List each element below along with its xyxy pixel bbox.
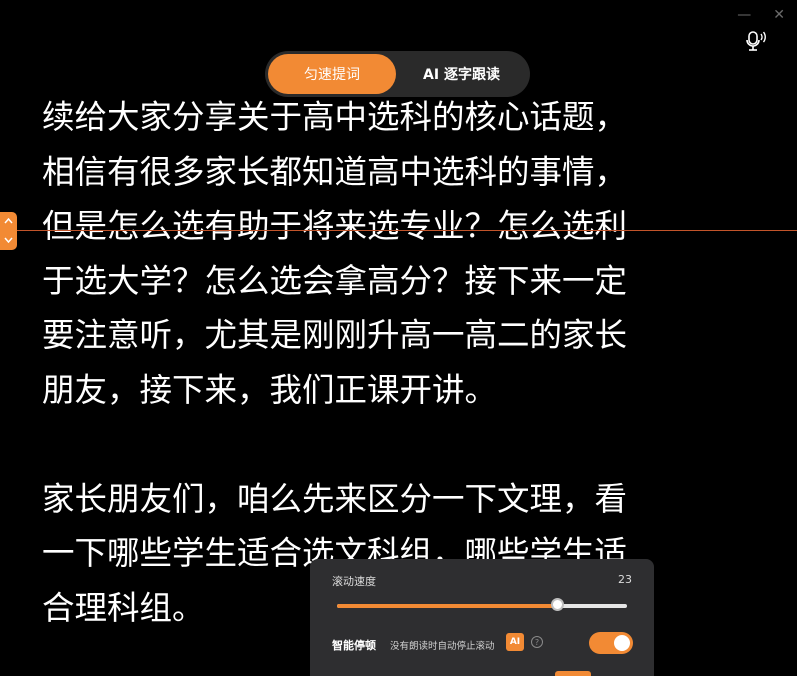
- up-arrow-icon: [4, 218, 13, 224]
- scroll-speed-value: 23: [618, 573, 632, 586]
- microphone-icon: [746, 31, 766, 51]
- script-line: 但是怎么选有助于将来选专业？怎么选利: [42, 207, 628, 245]
- smart-pause-switch[interactable]: [589, 632, 633, 654]
- script-line: 于选大学？怎么选会拿高分？接下来一定: [42, 261, 628, 300]
- microphone-button[interactable]: [743, 28, 769, 54]
- scroll-speed-slider[interactable]: [337, 598, 627, 611]
- help-icon[interactable]: ?: [531, 636, 543, 648]
- script-line: 要注意听，尤其是刚刚升高一高二的家长: [42, 316, 628, 354]
- down-arrow-icon: [4, 237, 13, 243]
- smart-pause-description: 没有朗读时自动停止滚动: [390, 641, 495, 652]
- script-line: 续给大家分享关于高中选科的核心话题，: [42, 98, 628, 136]
- script-line: 家长朋友们，咱么先来区分一下文理，看: [42, 479, 628, 518]
- slider-thumb[interactable]: [551, 598, 565, 611]
- next-control-peek: [555, 671, 591, 676]
- smart-pause-label: 智能停顿: [332, 639, 376, 652]
- script-line: 朋友，接下来，我们正课开讲。: [42, 370, 498, 409]
- scroll-speed-label: 滚动速度: [332, 575, 376, 588]
- slider-fill: [337, 604, 558, 608]
- script-blank-line: [42, 417, 742, 472]
- script-line: 相信有很多家长都知道高中选科的事情，: [42, 152, 628, 191]
- window-controls: — ✕: [737, 8, 785, 22]
- switch-knob: [614, 635, 630, 651]
- control-panel: 滚动速度 23 智能停顿 没有朗读时自动停止滚动 AI ?: [310, 559, 654, 676]
- ai-badge: AI: [506, 633, 524, 651]
- reading-line-handle[interactable]: [0, 212, 17, 250]
- script-text: 续给大家分享关于高中选科的核心话题， 相信有很多家长都知道高中选科的事情， 但是…: [42, 90, 742, 635]
- reading-guide-line: [0, 230, 797, 231]
- minimize-button[interactable]: —: [737, 8, 751, 22]
- close-button[interactable]: ✕: [773, 8, 785, 22]
